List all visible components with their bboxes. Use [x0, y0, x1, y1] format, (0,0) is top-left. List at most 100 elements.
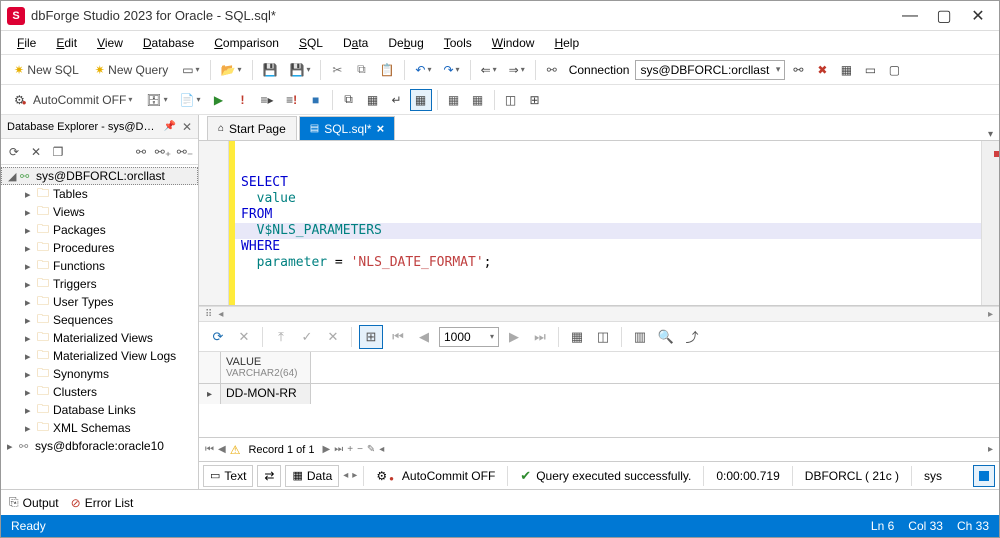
stop-button[interactable]: ■: [305, 89, 327, 111]
comment-button[interactable]: ⧉: [338, 89, 360, 111]
new-query-button[interactable]: ✷ New Query: [88, 59, 175, 81]
nav-first-icon[interactable]: ⏮: [205, 444, 214, 455]
execute-selection-button[interactable]: ≡▸: [256, 89, 279, 111]
refresh-results-icon[interactable]: ⟳: [207, 326, 229, 348]
tree-folder[interactable]: ▸🗀User Types: [1, 293, 198, 311]
menu-tools[interactable]: Tools: [436, 33, 480, 53]
cell-value[interactable]: DD-MON-RR: [221, 384, 311, 404]
tree-folder[interactable]: ▸🗀Materialized Views: [1, 329, 198, 347]
new-item-button[interactable]: ▭▾: [177, 59, 204, 81]
tree-connection-inactive[interactable]: ▸⚯sys@dbforacle:oracle10: [1, 437, 198, 455]
nav-remove-icon[interactable]: −: [357, 444, 363, 455]
cancel-results-icon[interactable]: ✕: [233, 326, 255, 348]
tree-folder[interactable]: ▸🗀Clusters: [1, 383, 198, 401]
panel-close-icon[interactable]: ✕: [182, 120, 192, 134]
grid-tool2-button[interactable]: ▦: [467, 89, 489, 111]
db-dropdown-button[interactable]: 🗄▾: [141, 89, 172, 111]
tree-folder[interactable]: ▸🗀Tables: [1, 185, 198, 203]
tree-folder[interactable]: ▸🗀Synonyms: [1, 365, 198, 383]
next-page-icon[interactable]: ▶: [503, 326, 525, 348]
output-tab[interactable]: ⎘Output: [9, 495, 59, 510]
nav-prev-icon[interactable]: ◀: [218, 444, 226, 455]
data-mode-button[interactable]: ▦Data: [285, 465, 339, 487]
mode-next-icon[interactable]: ▸: [352, 470, 357, 481]
tree-folder[interactable]: ▸🗀Triggers: [1, 275, 198, 293]
tree-folder[interactable]: ▸🗀Views: [1, 203, 198, 221]
rollback-icon[interactable]: ✕: [322, 326, 344, 348]
nav-last-icon[interactable]: ⏭: [334, 444, 343, 455]
maximize-button[interactable]: ▢: [929, 6, 959, 26]
menu-database[interactable]: Database: [135, 33, 202, 53]
cut-button[interactable]: ✂: [326, 59, 348, 81]
clear-filter-icon[interactable]: ✕: [27, 143, 45, 161]
conn-add-icon[interactable]: ⚯₊: [154, 143, 172, 161]
new-sql-button[interactable]: ✷ New SQL: [7, 59, 86, 81]
tree-folder[interactable]: ▸🗀Functions: [1, 257, 198, 275]
wrap-button[interactable]: ↵: [386, 89, 408, 111]
copy-button[interactable]: ⧉: [350, 59, 372, 81]
find-icon[interactable]: 🔍: [655, 326, 677, 348]
grid-view-icon[interactable]: ▦: [566, 326, 588, 348]
misc-tool2-button[interactable]: ⊞: [524, 89, 546, 111]
row-header[interactable]: ▸: [199, 384, 221, 404]
minimize-button[interactable]: —: [895, 6, 925, 26]
conn-icon[interactable]: ⚯: [132, 143, 150, 161]
export-icon[interactable]: ⤴: [681, 326, 703, 348]
tab-close-icon[interactable]: ×: [377, 121, 385, 136]
menu-sql[interactable]: SQL: [291, 33, 331, 53]
swap-button[interactable]: ⇄: [257, 465, 281, 487]
tree-folder[interactable]: ▸🗀Packages: [1, 221, 198, 239]
results-row[interactable]: ▸ DD-MON-RR: [199, 384, 999, 404]
tab-start-page[interactable]: ⌂ Start Page: [207, 116, 297, 140]
menu-file[interactable]: File: [9, 33, 44, 53]
connection-icon[interactable]: ⚯: [541, 59, 563, 81]
grid-tool1-button[interactable]: ▦: [443, 89, 465, 111]
text-mode-button[interactable]: ▭Text: [203, 465, 253, 487]
hsplitter[interactable]: ⠿ ◂ ▸: [199, 306, 999, 322]
paste-button[interactable]: 📋: [374, 59, 399, 81]
conn-tool3-button[interactable]: ▭: [859, 59, 881, 81]
pin-results-icon[interactable]: ⤒: [270, 326, 292, 348]
nav-fwd-button[interactable]: ⇒▾: [504, 59, 530, 81]
nav-add-icon[interactable]: +: [347, 444, 353, 455]
conn-remove-icon[interactable]: ⚯₋: [176, 143, 194, 161]
conn-tool4-button[interactable]: ▢: [883, 59, 905, 81]
window-icon[interactable]: ❐: [49, 143, 67, 161]
page-size-input[interactable]: 1000▾: [439, 327, 499, 347]
last-page-icon[interactable]: ⏭: [529, 326, 551, 348]
refresh-icon[interactable]: ⟳: [5, 143, 23, 161]
toggle-results-button[interactable]: ▦: [410, 89, 432, 111]
code-vscrollbar[interactable]: [981, 141, 999, 305]
error-list-tab[interactable]: ⊘Error List: [71, 496, 134, 510]
pin-icon[interactable]: 📌: [163, 121, 175, 132]
card-view-icon[interactable]: ◫: [592, 326, 614, 348]
database-tree[interactable]: ◢⚯sys@DBFORCL:orcllast ▸🗀Tables ▸🗀Views …: [1, 165, 198, 489]
redo-button[interactable]: ↷▾: [438, 59, 464, 81]
menu-debug[interactable]: Debug: [380, 33, 431, 53]
page-mode-icon[interactable]: ⊞: [359, 325, 383, 349]
autocommit-button[interactable]: ⚙● AutoCommit OFF▾: [7, 89, 139, 111]
conn-tool2-button[interactable]: ▦: [835, 59, 857, 81]
tree-folder[interactable]: ▸🗀Database Links: [1, 401, 198, 419]
conn-tool1-button[interactable]: ⚯: [787, 59, 809, 81]
format-button[interactable]: ▦: [362, 89, 384, 111]
tree-folder[interactable]: ▸🗀XML Schemas: [1, 419, 198, 437]
menu-edit[interactable]: Edit: [48, 33, 85, 53]
nav-edit-icon[interactable]: ✎: [367, 444, 375, 455]
disconnect-button[interactable]: ✖: [811, 59, 833, 81]
column-header[interactable]: VALUE VARCHAR2(64): [221, 352, 311, 383]
tree-folder[interactable]: ▸🗀Procedures: [1, 239, 198, 257]
commit-icon[interactable]: ✓: [296, 326, 318, 348]
tree-connection-active[interactable]: ◢⚯sys@DBFORCL:orcllast: [1, 167, 198, 185]
open-button[interactable]: 📂▾: [216, 59, 247, 81]
mode-prev-icon[interactable]: ◂: [343, 470, 348, 481]
execute-current-button[interactable]: !: [232, 89, 254, 111]
nav-next-icon[interactable]: ▶: [323, 444, 331, 455]
close-button[interactable]: ✕: [963, 6, 993, 26]
tree-folder[interactable]: ▸🗀Materialized View Logs: [1, 347, 198, 365]
menu-data[interactable]: Data: [335, 33, 376, 53]
tabs-dropdown-icon[interactable]: ▾: [988, 129, 993, 140]
menu-comparison[interactable]: Comparison: [206, 33, 287, 53]
save-button[interactable]: 💾: [258, 59, 283, 81]
first-page-icon[interactable]: ⏮: [387, 326, 409, 348]
